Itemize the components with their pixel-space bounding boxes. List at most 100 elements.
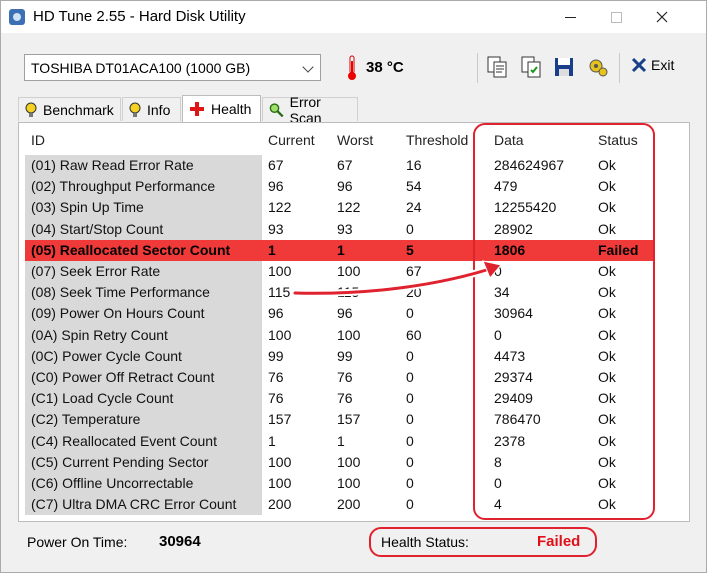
cell-threshold: 0 [406,432,414,449]
cell-threshold: 0 [406,475,414,491]
lightbulb-icon [25,102,37,117]
copy-all-icon[interactable] [519,55,543,79]
power-on-time-label: Power On Time: [27,534,128,550]
cell-current: 99 [268,347,284,364]
tab-label: Info [147,101,171,118]
annotation-arrow [291,260,502,297]
cell-worst: 96 [337,305,353,322]
save-icon[interactable] [552,55,576,79]
drive-select[interactable]: TOSHIBA DT01ACA100 (1000 GB) [24,54,321,81]
cell-current: 96 [268,178,284,195]
cell-threshold: 0 [406,496,414,513]
cell-current: 76 [268,369,284,385]
cell-id: (04) Start/Stop Count [31,220,164,237]
cell-threshold: 16 [406,157,422,173]
cell-id: (07) Seek Error Rate [31,263,161,279]
close-button[interactable] [639,1,685,33]
cell-worst: 93 [337,220,353,237]
cell-current: 122 [268,199,292,216]
cell-threshold: 60 [406,326,422,343]
maximize-button[interactable] [593,1,639,33]
cell-worst: 100 [337,326,361,343]
cell-id: (01) Raw Read Error Rate [31,157,194,173]
tab-label: Error Scan [289,93,322,126]
cell-id: (08) Seek Time Performance [31,284,210,301]
column-header-current[interactable]: Current [268,125,315,155]
tab-error-scan[interactable]: Error Scan [262,94,358,126]
exit-label: Exit [651,57,675,73]
tab-label: Benchmark [43,101,114,118]
cell-current: 93 [268,220,284,237]
cell-current: 96 [268,305,284,322]
cell-worst: 67 [337,157,353,173]
close-icon [656,11,668,23]
temperature-readout: 38 °C [366,59,404,76]
health-status-value: Failed [537,533,581,550]
cell-id: (C2) Temperature [31,411,141,428]
cell-worst: 99 [337,347,353,364]
column-header-worst[interactable]: Worst [337,125,373,155]
cell-current: 100 [268,475,292,491]
cell-current: 115 [268,284,291,301]
cell-id: (C0) Power Off Retract Count [31,369,215,385]
cell-id: (0C) Power Cycle Count [31,347,182,364]
toolbar-separator [477,53,478,83]
cell-current: 1 [268,432,276,449]
cell-worst: 100 [337,453,361,470]
exit-x-icon [631,57,647,73]
magnifier-icon [269,102,284,117]
lightbulb-icon [129,102,141,117]
cell-id: (09) Power On Hours Count [31,305,205,322]
tab-label: Health [211,101,252,117]
cell-id: (0A) Spin Retry Count [31,326,168,343]
cell-current: 100 [268,453,292,470]
cell-worst: 1 [337,432,345,449]
cell-worst: 200 [337,496,361,513]
cell-current: 1 [268,241,276,258]
cell-current: 200 [268,496,292,513]
red-cross-icon [190,102,204,116]
health-status-label: Health Status: [381,534,469,550]
tab-info[interactable]: Info [122,97,181,121]
cell-current: 76 [268,390,284,407]
cell-threshold: 0 [406,347,414,364]
cell-threshold: 0 [406,220,414,237]
cell-id: (C5) Current Pending Sector [31,453,209,470]
app-window: HD Tune 2.55 - Hard Disk Utility TOSHIBA… [0,0,707,573]
maximize-icon [610,11,622,23]
title-bar[interactable]: HD Tune 2.55 - Hard Disk Utility [1,1,706,33]
power-on-time-value: 30964 [159,533,201,550]
cell-id: (C4) Reallocated Event Count [31,432,217,449]
cell-worst: 96 [337,178,353,195]
cell-worst: 122 [337,199,361,216]
cell-id: (C6) Offline Uncorrectable [31,475,194,491]
cell-threshold: 54 [406,178,422,195]
cell-worst: 76 [337,369,353,385]
data-status-annotation [473,123,655,520]
cell-worst: 76 [337,390,353,407]
options-icon[interactable] [586,55,610,79]
cell-threshold: 0 [406,369,414,385]
cell-threshold: 24 [406,199,422,216]
chevron-down-icon [302,61,314,73]
thermometer-icon [348,55,356,80]
minimize-button[interactable] [547,1,593,33]
cell-threshold: 0 [406,453,414,470]
cell-current: 157 [268,411,292,428]
column-header-id[interactable]: ID [31,125,45,155]
column-header-threshold[interactable]: Threshold [406,125,468,155]
exit-button[interactable]: Exit [631,57,674,73]
cell-id: (03) Spin Up Time [31,199,144,216]
cell-id: (02) Throughput Performance [31,178,216,195]
cell-threshold: 0 [406,305,414,322]
copy-icon[interactable] [485,55,509,79]
cell-current: 67 [268,157,284,173]
cell-current: 100 [268,326,292,343]
cell-current: 100 [268,263,292,279]
tab-benchmark[interactable]: Benchmark [18,97,121,121]
tab-health[interactable]: Health [182,95,261,122]
cell-worst: 100 [337,475,361,491]
cell-threshold: 0 [406,411,414,428]
window-title: HD Tune 2.55 - Hard Disk Utility [33,8,246,25]
cell-id: (C1) Load Cycle Count [31,390,174,407]
